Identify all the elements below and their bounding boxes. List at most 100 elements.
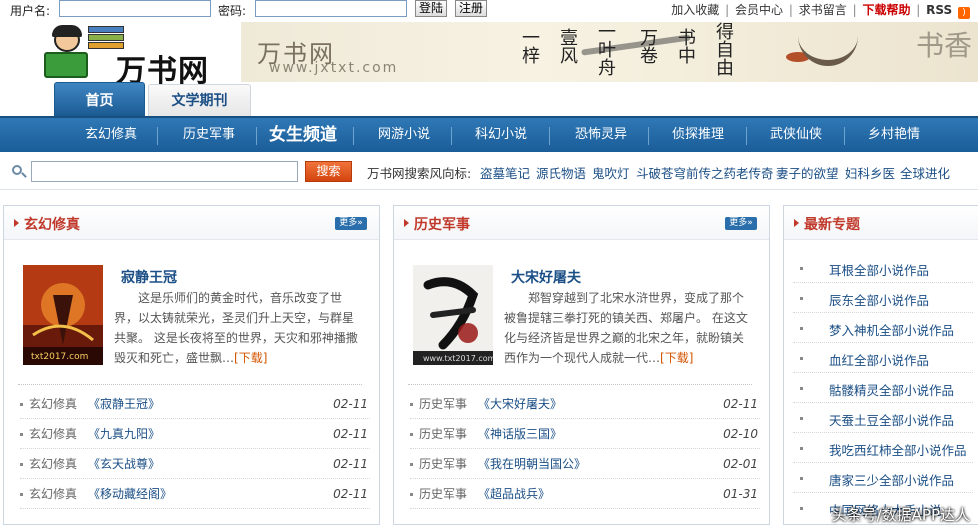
list-item-title[interactable]: 《超品战兵》 bbox=[478, 479, 550, 509]
slogan-1: 一梓 bbox=[519, 28, 540, 64]
list-item-category[interactable]: 历史军事 bbox=[419, 419, 467, 449]
divider bbox=[793, 492, 973, 493]
member-center-link[interactable]: 会员中心 bbox=[735, 3, 783, 17]
list-item-title[interactable]: 《移动藏经阁》 bbox=[88, 479, 172, 509]
list-item-category[interactable]: 历史军事 bbox=[419, 449, 467, 479]
book-request-link[interactable]: 求书留言 bbox=[799, 3, 847, 17]
topic-link[interactable]: 辰东全部小说作品 bbox=[829, 290, 929, 309]
nav-rural[interactable]: 乡村艳情 bbox=[855, 118, 933, 152]
topic-link[interactable]: 我吃西红柿全部小说作品 bbox=[829, 440, 967, 459]
password-input[interactable] bbox=[255, 0, 407, 17]
featured-book-title[interactable]: 寂静王冠 bbox=[121, 267, 177, 287]
nav-history[interactable]: 历史军事 bbox=[170, 118, 248, 152]
list-item-title[interactable]: 《寂静王冠》 bbox=[88, 389, 160, 419]
nav-scifi[interactable]: 科幻小说 bbox=[462, 118, 540, 152]
trend-link[interactable]: 盗墓笔记 bbox=[480, 163, 530, 182]
featured-book-title[interactable]: 大宋好屠夫 bbox=[511, 267, 581, 287]
trend-link[interactable]: 源氏物语 bbox=[536, 163, 586, 182]
list-item[interactable]: 玄幻修真 《九真九阳》 02-11 bbox=[20, 419, 370, 449]
tab-literature[interactable]: 文学期刊 bbox=[148, 84, 251, 116]
bullet bbox=[800, 507, 803, 510]
trend-link[interactable]: 妻子的欲望 bbox=[776, 163, 839, 182]
divider bbox=[793, 312, 973, 313]
nav-xuanhuan[interactable]: 玄幻修真 bbox=[72, 118, 150, 152]
trend-label: 万书网搜索风向标: bbox=[367, 166, 472, 181]
bullet bbox=[20, 493, 23, 496]
topic-link[interactable]: 血红全部小说作品 bbox=[829, 350, 929, 369]
list-item[interactable]: 历史军事 《超品战兵》 01-31 bbox=[410, 479, 760, 509]
book-cover[interactable]: txt2017.com bbox=[23, 265, 103, 365]
header-banner: 万书网 www.jxtxt.com 一梓 壹风 一叶舟 万卷 书中 得自由 书香 bbox=[241, 22, 978, 82]
list-item[interactable]: 历史军事 《我在明朝当国公》 02-01 bbox=[410, 449, 760, 479]
banner-url: www.jxtxt.com bbox=[269, 60, 399, 76]
featured-book-desc: 郑智穿越到了北宋水浒世界，变成了那个被鲁提辖三拳打死的镇关西、郑屠户。 在这文化… bbox=[504, 288, 754, 368]
search-input[interactable] bbox=[31, 161, 298, 182]
topic-link[interactable]: 耳根全部小说作品 bbox=[829, 260, 929, 279]
list-item-title[interactable]: 《玄天战尊》 bbox=[88, 449, 160, 479]
nav-female[interactable]: 女生频道 bbox=[262, 118, 344, 152]
list-item[interactable]: 历史军事 《神话版三国》 02-10 bbox=[410, 419, 760, 449]
list-item-category[interactable]: 历史军事 bbox=[419, 389, 467, 419]
nav-detective[interactable]: 侦探推理 bbox=[659, 118, 737, 152]
reading-boy-icon bbox=[42, 25, 90, 78]
bullet bbox=[20, 403, 23, 406]
nav-horror[interactable]: 恐怖灵异 bbox=[562, 118, 640, 152]
list-item[interactable]: 玄幻修真 《移动藏经阁》 02-11 bbox=[20, 479, 370, 509]
panel-header: 玄幻修真 更多» bbox=[4, 206, 379, 240]
add-favorite-link[interactable]: 加入收藏 bbox=[671, 3, 719, 17]
download-link[interactable]: [下载] bbox=[234, 351, 267, 365]
list-item-title[interactable]: 《九真九阳》 bbox=[88, 419, 160, 449]
list-item-category[interactable]: 玄幻修真 bbox=[29, 389, 77, 419]
rss-icon[interactable]: ) bbox=[958, 7, 970, 19]
trend-link[interactable]: 妇科乡医 bbox=[845, 163, 895, 182]
search-icon bbox=[12, 165, 22, 175]
download-link[interactable]: [下载] bbox=[660, 351, 693, 365]
download-help-link[interactable]: 下载帮助 bbox=[862, 3, 910, 17]
topic-link[interactable]: 唐家三少全部小说作品 bbox=[829, 470, 954, 489]
list-item-category[interactable]: 玄幻修真 bbox=[29, 479, 77, 509]
boat-illustration bbox=[798, 36, 858, 66]
list-item-title[interactable]: 《神话版三国》 bbox=[478, 419, 562, 449]
tab-home[interactable]: 首页 bbox=[54, 82, 145, 116]
category-nav: 玄幻修真 历史军事 女生频道 网游小说 科幻小说 恐怖灵异 侦探推理 武侠仙侠 … bbox=[0, 116, 978, 152]
trend-link[interactable]: 全球进化 bbox=[900, 163, 950, 182]
more-button[interactable]: 更多» bbox=[725, 217, 757, 230]
login-button[interactable]: 登陆 bbox=[415, 0, 448, 17]
topic-link[interactable]: 梦入神机全部小说作品 bbox=[829, 320, 954, 339]
list-item-date: 02-11 bbox=[333, 457, 368, 471]
trend-link[interactable]: 斗破苍穹前传之药老传奇 bbox=[636, 163, 774, 182]
bullet bbox=[410, 493, 413, 496]
list-item-title[interactable]: 《我在明朝当国公》 bbox=[478, 449, 586, 479]
username-input[interactable] bbox=[59, 0, 211, 17]
register-button[interactable]: 注册 bbox=[455, 0, 488, 17]
divider bbox=[793, 402, 973, 403]
bullet bbox=[410, 463, 413, 466]
more-button[interactable]: 更多» bbox=[335, 217, 367, 230]
slogan-3: 一叶舟 bbox=[595, 22, 616, 76]
divider bbox=[256, 127, 257, 145]
list-item[interactable]: 玄幻修真 《寂静王冠》 02-11 bbox=[20, 389, 370, 419]
panel-title: 历史军事 bbox=[414, 217, 470, 233]
list-item[interactable]: 玄幻修真 《玄天战尊》 02-11 bbox=[20, 449, 370, 479]
list-item-category[interactable]: 玄幻修真 bbox=[29, 419, 77, 449]
nav-online-game[interactable]: 网游小说 bbox=[365, 118, 443, 152]
list-item[interactable]: 历史军事 《大宋好屠夫》 02-11 bbox=[410, 389, 760, 419]
topic-link[interactable]: 骷髅精灵全部小说作品 bbox=[829, 380, 954, 399]
search-button[interactable]: 搜索 bbox=[305, 161, 352, 182]
trend-link[interactable]: 鬼吹灯 bbox=[592, 163, 630, 182]
list-item-category[interactable]: 历史军事 bbox=[419, 479, 467, 509]
topic-link[interactable]: 天蚕土豆全部小说作品 bbox=[829, 410, 954, 429]
svg-text:txt2017.com: txt2017.com bbox=[31, 352, 88, 362]
bullet bbox=[410, 403, 413, 406]
divider bbox=[793, 282, 973, 283]
arrow-icon bbox=[794, 219, 799, 227]
book-cover[interactable]: www.txt2017.com bbox=[413, 265, 496, 365]
nav-wuxia[interactable]: 武侠仙侠 bbox=[757, 118, 835, 152]
list-item-category[interactable]: 玄幻修真 bbox=[29, 449, 77, 479]
bullet bbox=[800, 357, 803, 360]
divider bbox=[793, 372, 973, 373]
list-item-title[interactable]: 《大宋好屠夫》 bbox=[478, 389, 562, 419]
rss-link[interactable]: RSS bbox=[926, 3, 952, 17]
site-logo[interactable]: 万书网 bbox=[42, 24, 212, 89]
top-links: 加入收藏 | 会员中心 | 求书留言 | 下载帮助 | RSS ) bbox=[671, 1, 972, 19]
